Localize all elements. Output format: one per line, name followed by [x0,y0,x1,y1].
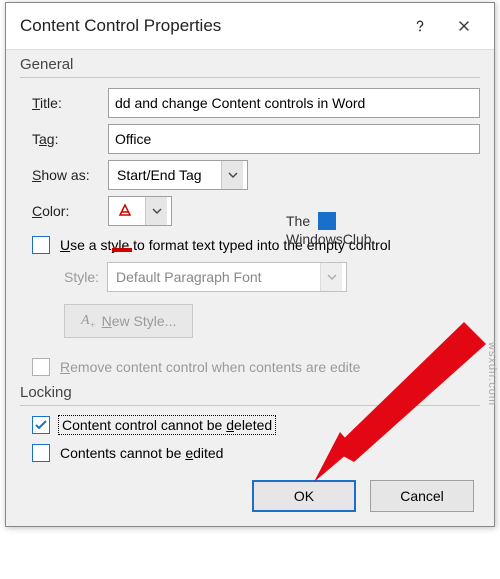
divider [20,77,480,78]
color-label: Color: [32,203,108,219]
style-label: Style: [64,269,99,285]
dialog-body: General Title: Tag: Show as: Start/End T… [6,49,494,526]
style-combo: Default Paragraph Font [107,262,347,292]
color-row: Color: [20,196,480,226]
chevron-down-icon [145,197,167,225]
close-icon [457,19,471,33]
color-combo[interactable] [108,196,172,226]
tag-label: Tag: [32,131,108,147]
new-style-icon: A+ [81,313,96,330]
remove-row: Remove content control when contents are… [32,358,480,376]
help-button[interactable] [398,4,442,48]
style-value: Default Paragraph Font [116,269,320,285]
help-icon [413,19,427,33]
cancel-button[interactable]: Cancel [370,480,474,512]
locking-heading: Locking [20,384,480,401]
window-title: Content Control Properties [20,16,398,36]
general-heading: General [20,56,480,73]
title-input[interactable] [108,88,480,118]
tag-input[interactable] [108,124,480,154]
title-row: Title: [20,88,480,118]
cannot-delete-label: Content control cannot be deleted [60,417,274,433]
color-underline [112,248,132,252]
showas-label: Show as: [32,167,108,183]
remove-checkbox [32,358,50,376]
use-style-checkbox[interactable] [32,236,50,254]
locking-group: Locking Content control cannot be delete… [20,384,480,462]
chevron-down-icon [221,161,243,189]
cannot-edit-label: Contents cannot be edited [60,445,223,461]
cannot-edit-checkbox[interactable] [32,444,50,462]
close-button[interactable] [442,4,486,48]
title-label: Title: [32,95,108,111]
use-style-row: Use a style to format text typed into th… [32,236,480,254]
cannot-delete-checkbox[interactable] [32,416,50,434]
new-style-button: A+ New Style... [64,304,193,338]
button-row: OK Cancel [20,480,480,512]
color-swatch-icon [115,203,135,219]
style-row: Style: Default Paragraph Font [64,262,480,292]
divider [20,405,480,406]
tag-row: Tag: [20,124,480,154]
cannot-edit-row: Contents cannot be edited [32,444,480,462]
showas-row: Show as: Start/End Tag [20,160,480,190]
use-style-label: Use a style to format text typed into th… [60,237,391,253]
ok-button[interactable]: OK [252,480,356,512]
cannot-delete-row: Content control cannot be deleted [32,416,480,434]
titlebar: Content Control Properties [6,3,494,49]
chevron-down-icon [320,263,342,291]
remove-label: Remove content control when contents are… [60,359,360,375]
showas-combo[interactable]: Start/End Tag [108,160,248,190]
showas-value: Start/End Tag [117,167,221,183]
new-style-label: New Style... [102,313,177,329]
content-control-properties-dialog: Content Control Properties General Title… [5,2,495,527]
